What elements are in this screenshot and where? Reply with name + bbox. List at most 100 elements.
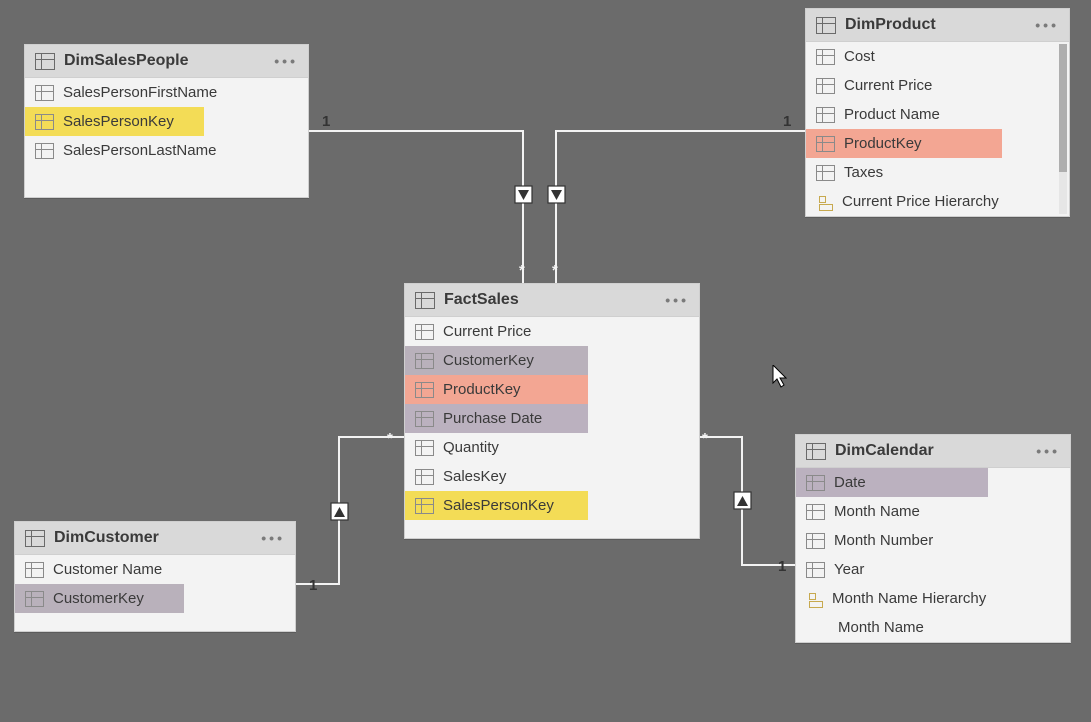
- field-label: Taxes: [844, 164, 883, 181]
- table-icon: [25, 530, 45, 547]
- table-icon: [415, 411, 434, 427]
- field-label: Product Name: [844, 106, 940, 123]
- field-row[interactable]: SalesPersonLastName: [25, 136, 308, 165]
- field-row[interactable]: Month Name: [796, 497, 1070, 526]
- table-dimcustomer[interactable]: DimCustomer ••• Customer Name CustomerKe…: [14, 521, 296, 632]
- field-row[interactable]: ProductKey: [405, 375, 588, 404]
- field-row[interactable]: Product Name: [806, 100, 1069, 129]
- table-icon: [25, 591, 44, 607]
- table-factsales[interactable]: FactSales ••• Current Price CustomerKey …: [404, 283, 700, 539]
- hierarchy-icon: [806, 591, 824, 607]
- table-icon: [816, 136, 835, 152]
- table-icon: [415, 498, 434, 514]
- svg-text:1: 1: [309, 577, 317, 594]
- field-label: Month Name: [834, 503, 920, 520]
- hierarchy-icon: [816, 194, 834, 210]
- table-icon: [415, 292, 435, 309]
- field-label: Quantity: [443, 439, 499, 456]
- ellipsis-icon[interactable]: •••: [1035, 18, 1059, 32]
- field-row[interactable]: Customer Name: [15, 555, 295, 584]
- svg-text:1: 1: [322, 113, 330, 130]
- field-row[interactable]: Month Name Hierarchy: [796, 584, 1070, 613]
- ellipsis-icon[interactable]: •••: [274, 54, 298, 68]
- field-row[interactable]: CustomerKey: [15, 584, 184, 613]
- field-row[interactable]: SalesKey: [405, 462, 699, 491]
- ellipsis-icon[interactable]: •••: [261, 531, 285, 545]
- field-row[interactable]: SalesPersonKey: [405, 491, 588, 520]
- table-icon: [816, 17, 836, 34]
- field-label: SalesPersonFirstName: [63, 84, 217, 101]
- table-icon: [816, 78, 835, 94]
- field-row[interactable]: Taxes: [806, 158, 1069, 187]
- field-label: Year: [834, 561, 864, 578]
- table-dimproduct[interactable]: DimProduct ••• Cost Current Price Produc…: [805, 8, 1070, 217]
- field-label: Cost: [844, 48, 875, 65]
- table-title: FactSales: [444, 291, 519, 309]
- field-label: CustomerKey: [53, 590, 144, 607]
- scrollbar[interactable]: [1059, 44, 1067, 214]
- model-canvas[interactable]: 1 * 1 * 1 * 1 * DimSalesPeople ••• Sales…: [0, 0, 1091, 722]
- field-row[interactable]: Cost: [806, 42, 1069, 71]
- table-header[interactable]: DimProduct •••: [806, 9, 1069, 42]
- field-row[interactable]: Date: [796, 468, 988, 497]
- field-label: Date: [834, 474, 866, 491]
- table-icon: [816, 49, 835, 65]
- table-title: DimSalesPeople: [64, 52, 189, 70]
- field-label: CustomerKey: [443, 352, 534, 369]
- table-icon: [415, 469, 434, 485]
- table-icon: [35, 85, 54, 101]
- table-icon: [415, 382, 434, 398]
- table-icon: [415, 353, 434, 369]
- field-row[interactable]: SalesPersonFirstName: [25, 78, 308, 107]
- table-icon: [415, 324, 434, 340]
- table-dimsalespeople[interactable]: DimSalesPeople ••• SalesPersonFirstName …: [24, 44, 309, 198]
- table-header[interactable]: DimCustomer •••: [15, 522, 295, 555]
- table-title: DimProduct: [845, 16, 936, 34]
- field-label: SalesPersonKey: [443, 497, 554, 514]
- table-icon: [816, 165, 835, 181]
- table-icon: [806, 504, 825, 520]
- field-label: SalesPersonLastName: [63, 142, 216, 159]
- field-row[interactable]: Year: [796, 555, 1070, 584]
- table-title: DimCustomer: [54, 529, 159, 547]
- table-header[interactable]: DimCalendar •••: [796, 435, 1070, 468]
- field-label: Purchase Date: [443, 410, 542, 427]
- svg-text:1: 1: [778, 558, 786, 575]
- field-label: SalesKey: [443, 468, 506, 485]
- table-icon: [35, 114, 54, 130]
- field-row[interactable]: ProductKey: [806, 129, 1002, 158]
- table-icon: [806, 533, 825, 549]
- svg-text:*: *: [519, 262, 525, 279]
- field-label: ProductKey: [844, 135, 922, 152]
- field-row[interactable]: SalesPersonKey: [25, 107, 204, 136]
- field-row[interactable]: Current Price: [405, 317, 699, 346]
- table-header[interactable]: DimSalesPeople •••: [25, 45, 308, 78]
- table-icon: [35, 143, 54, 159]
- table-header[interactable]: FactSales •••: [405, 284, 699, 317]
- ellipsis-icon[interactable]: •••: [1036, 444, 1060, 458]
- scroll-thumb[interactable]: [1059, 44, 1067, 172]
- table-title: DimCalendar: [835, 442, 934, 460]
- svg-text:*: *: [702, 430, 708, 447]
- field-row[interactable]: Current Price Hierarchy: [806, 187, 1069, 216]
- table-icon: [25, 562, 44, 578]
- table-icon: [806, 443, 826, 460]
- field-row[interactable]: Quantity: [405, 433, 699, 462]
- field-label: Month Name Hierarchy: [832, 590, 986, 607]
- table-icon: [806, 475, 825, 491]
- svg-text:*: *: [387, 430, 393, 447]
- field-label: Month Name: [838, 619, 924, 636]
- field-row[interactable]: Month Number: [796, 526, 1070, 555]
- table-icon: [415, 440, 434, 456]
- field-row[interactable]: CustomerKey: [405, 346, 588, 375]
- field-label: Current Price: [844, 77, 932, 94]
- field-row[interactable]: Current Price: [806, 71, 1069, 100]
- table-dimcalendar[interactable]: DimCalendar ••• Date Month Name Month Nu…: [795, 434, 1071, 643]
- field-row[interactable]: Purchase Date: [405, 404, 588, 433]
- field-row[interactable]: Month Name: [796, 613, 1070, 642]
- table-icon: [35, 53, 55, 70]
- field-label: SalesPersonKey: [63, 113, 174, 130]
- ellipsis-icon[interactable]: •••: [665, 293, 689, 307]
- field-label: Customer Name: [53, 561, 162, 578]
- field-label: ProductKey: [443, 381, 521, 398]
